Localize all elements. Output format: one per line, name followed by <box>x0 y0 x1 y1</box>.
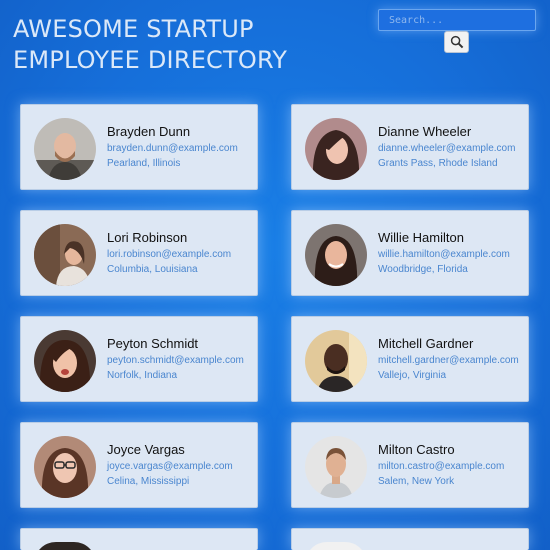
employee-email: willie.hamilton@example.com <box>378 249 510 260</box>
person-photo-icon <box>305 542 367 550</box>
search-icon <box>450 35 463 49</box>
avatar <box>305 436 367 498</box>
employee-email: milton.castro@example.com <box>378 461 505 472</box>
employee-card[interactable]: Willie Hamilton willie.hamilton@example.… <box>291 210 529 296</box>
avatar <box>305 224 367 286</box>
employee-name: Lori Robinson <box>107 230 188 245</box>
employee-name: Joyce Vargas <box>107 442 185 457</box>
employee-name: Willie Hamilton <box>378 230 464 245</box>
employee-email: lori.robinson@example.com <box>107 249 232 260</box>
avatar <box>34 436 96 498</box>
person-photo-icon <box>305 436 367 498</box>
employee-name: Dianne Wheeler <box>378 124 472 139</box>
person-photo-icon <box>305 118 367 180</box>
avatar <box>34 330 96 392</box>
employee-email: dianne.wheeler@example.com <box>378 143 516 154</box>
employee-location: Grants Pass, Rhode Island <box>378 158 498 169</box>
employee-name: Mitchell Gardner <box>378 336 474 351</box>
avatar <box>305 330 367 392</box>
avatar <box>34 542 96 550</box>
avatar <box>34 224 96 286</box>
employee-location: Vallejo, Virginia <box>378 370 447 381</box>
person-photo-icon <box>34 224 96 286</box>
person-photo-icon <box>34 542 96 550</box>
person-photo-icon <box>34 330 96 392</box>
employee-location: Woodbridge, Florida <box>378 264 468 275</box>
avatar <box>34 118 96 180</box>
employee-card[interactable]: Brayden Dunn brayden.dunn@example.com Pe… <box>20 104 258 190</box>
employee-directory-page: { "header": { "title": "Awesome Startup … <box>0 0 550 550</box>
employee-location: Columbia, Louisiana <box>107 264 198 275</box>
employee-email: mitchell.gardner@example.com <box>378 355 519 366</box>
employee-location: Celina, Mississippi <box>107 476 190 487</box>
employee-card[interactable]: Mitchell Gardner mitchell.gardner@exampl… <box>291 316 529 402</box>
person-photo-icon <box>34 436 96 498</box>
employee-name: Peyton Schmidt <box>107 336 199 351</box>
search-input[interactable] <box>378 9 536 31</box>
employee-card-partial[interactable] <box>291 528 529 550</box>
employee-email: peyton.schmidt@example.com <box>107 355 244 366</box>
employee-name: Brayden Dunn <box>107 124 191 139</box>
person-photo-icon <box>34 118 96 180</box>
employee-card[interactable]: Dianne Wheeler dianne.wheeler@example.co… <box>291 104 529 190</box>
employee-card-partial[interactable] <box>20 528 258 550</box>
employee-card[interactable]: Lori Robinson lori.robinson@example.com … <box>20 210 258 296</box>
employee-card[interactable]: Peyton Schmidt peyton.schmidt@example.co… <box>20 316 258 402</box>
employee-email: joyce.vargas@example.com <box>107 461 233 472</box>
person-photo-icon <box>305 330 367 392</box>
avatar <box>305 542 367 550</box>
employee-location: Norfolk, Indiana <box>107 370 178 381</box>
avatar <box>305 118 367 180</box>
page-title: Awesome Startup Employee Directory <box>13 15 288 74</box>
employee-card[interactable]: Joyce Vargas joyce.vargas@example.com Ce… <box>20 422 258 508</box>
person-photo-icon <box>305 224 367 286</box>
employee-name: Milton Castro <box>378 442 455 457</box>
employee-email: brayden.dunn@example.com <box>107 143 238 154</box>
employee-location: Salem, New York <box>378 476 455 487</box>
employee-location: Pearland, Illinois <box>107 158 181 169</box>
search-button[interactable] <box>444 31 469 53</box>
employee-card[interactable]: Milton Castro milton.castro@example.com … <box>291 422 529 508</box>
